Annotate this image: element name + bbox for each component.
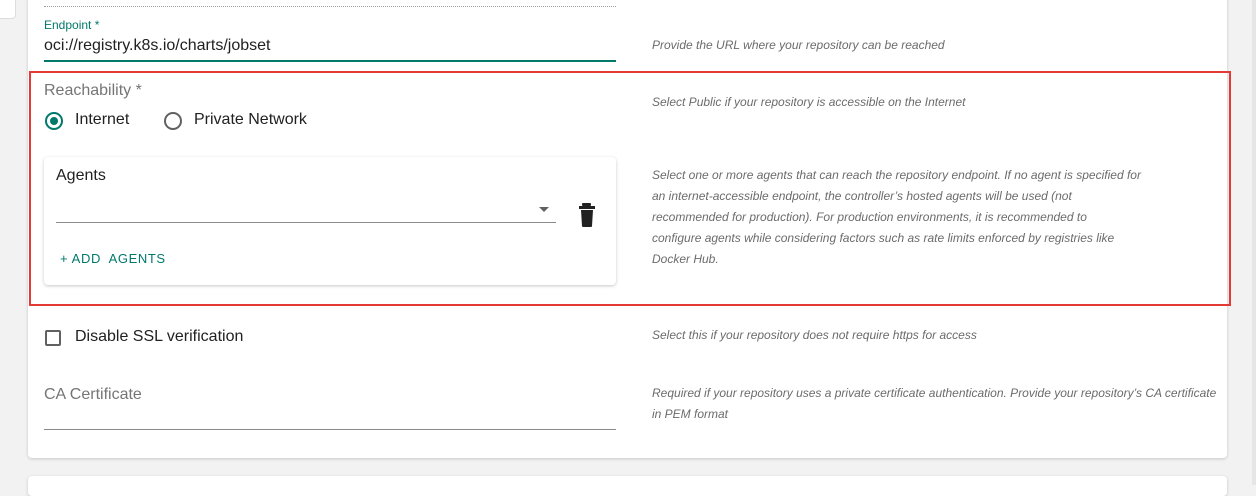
ca-certificate-help-text: Required if your repository uses a priva…: [652, 383, 1232, 425]
add-agents-button[interactable]: + ADD AGENTS: [60, 251, 166, 266]
radio-internet-label[interactable]: Internet: [75, 111, 129, 129]
agents-help-line: Select one or more agents that can reach…: [652, 168, 1141, 182]
ca-help-line: Required if your repository uses a priva…: [652, 386, 1217, 400]
collapsed-panel-tab[interactable]: [0, 0, 16, 19]
disable-ssl-label[interactable]: Disable SSL verification: [75, 328, 243, 346]
ca-certificate-underline: [44, 429, 616, 430]
agents-help-line: an internet-accessible endpoint, the con…: [652, 189, 1072, 203]
ssl-help-text: Select this if your repository does not …: [652, 328, 977, 342]
agents-help-line: Docker Hub.: [652, 252, 719, 266]
radio-internet[interactable]: [45, 112, 63, 130]
ca-certificate-label: CA Certificate: [44, 386, 142, 403]
agents-help-line: configure agents while considering facto…: [652, 231, 1115, 245]
previous-field-underline: [44, 6, 616, 7]
next-section-card: [28, 476, 1227, 496]
agents-select[interactable]: [56, 196, 556, 222]
trash-icon[interactable]: [578, 203, 598, 229]
disable-ssl-checkbox[interactable]: [45, 330, 61, 346]
agents-select-underline: [56, 222, 556, 223]
chevron-down-icon[interactable]: [539, 207, 549, 212]
endpoint-input[interactable]: oci://registry.k8s.io/charts/jobset: [44, 37, 270, 55]
radio-private-network-label[interactable]: Private Network: [194, 111, 307, 129]
reachability-help-text: Select Public if your repository is acce…: [652, 95, 966, 109]
endpoint-label: Endpoint *: [44, 18, 100, 32]
endpoint-help-text: Provide the URL where your repository ca…: [652, 38, 945, 52]
agents-help-text: Select one or more agents that can reach…: [652, 165, 1222, 270]
ca-certificate-input[interactable]: [44, 404, 616, 428]
ca-help-line: in PEM format: [652, 407, 729, 421]
radio-private-network[interactable]: [164, 112, 182, 130]
reachability-label: Reachability *: [44, 82, 142, 99]
agents-help-line: recommended for production). For product…: [652, 210, 1087, 224]
page-scrollbar[interactable]: [1252, 0, 1256, 485]
agents-title: Agents: [56, 167, 106, 184]
endpoint-input-underline: [44, 60, 616, 62]
